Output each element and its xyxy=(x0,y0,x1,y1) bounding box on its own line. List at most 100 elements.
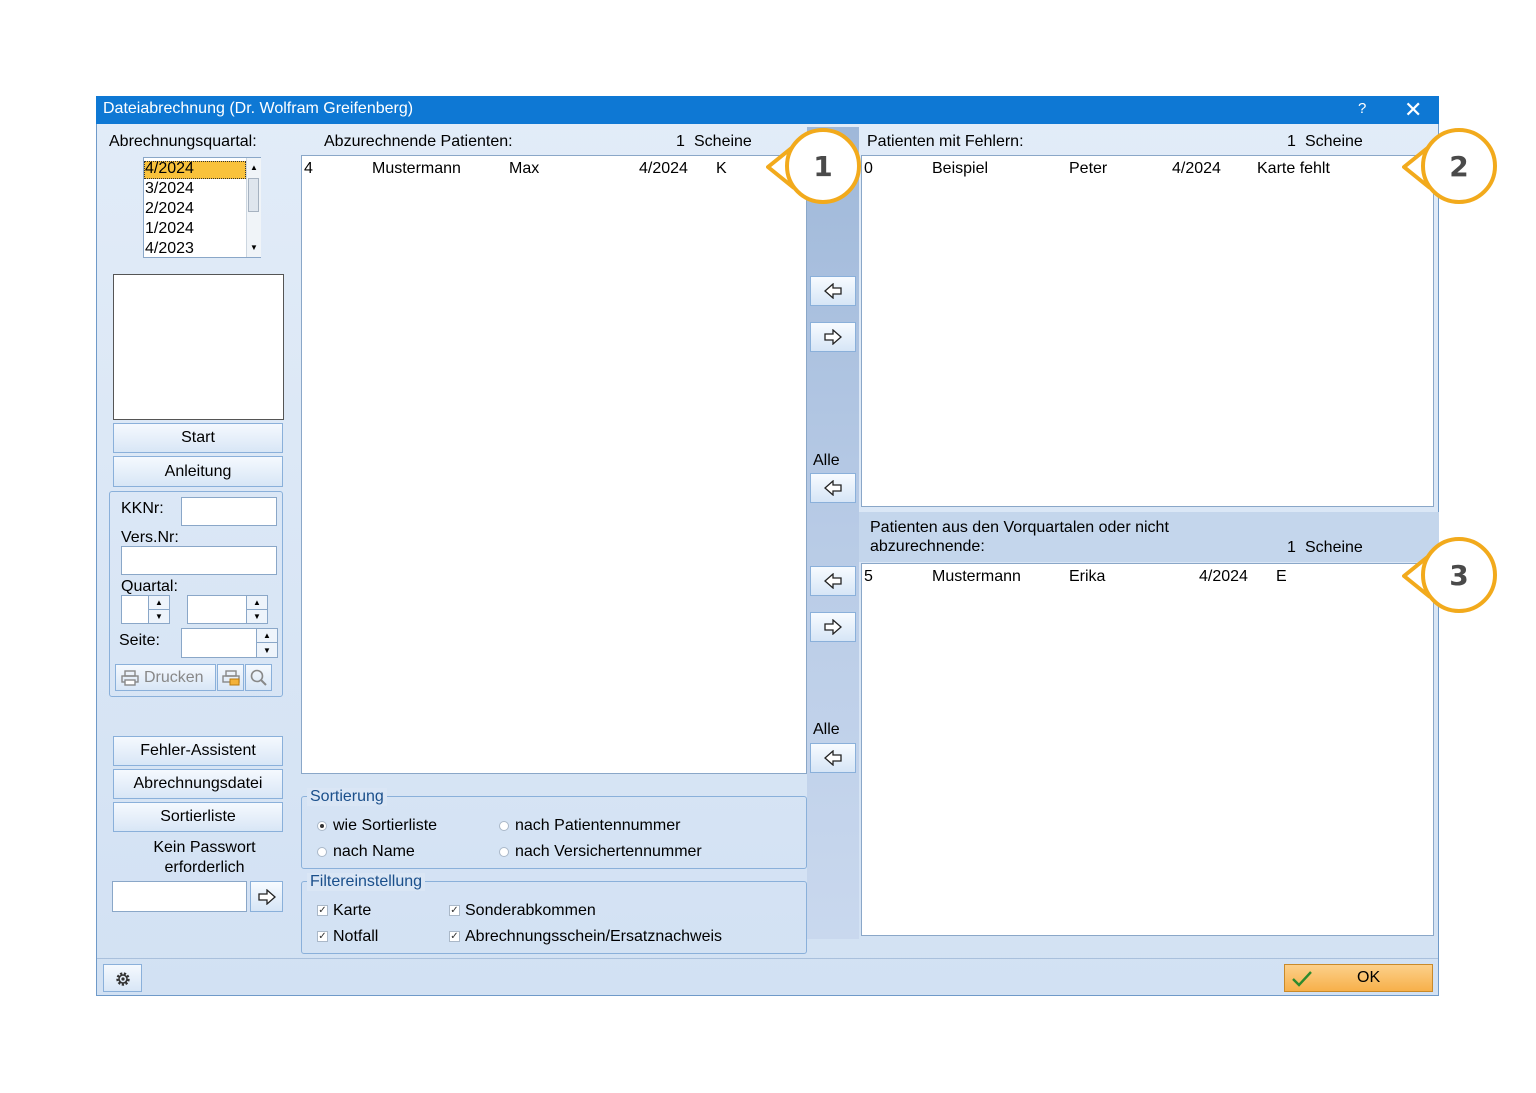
drucken-button[interactable]: Drucken xyxy=(115,664,216,691)
cell-status: E xyxy=(1276,568,1287,585)
checkbox-label[interactable]: Sonderabkommen xyxy=(465,902,596,920)
anleitung-button[interactable]: Anleitung xyxy=(113,456,283,487)
cell-vorname: Erika xyxy=(1069,568,1106,585)
close-button[interactable]: ✕ xyxy=(1404,97,1422,123)
stepper-up-icon[interactable]: ▲ xyxy=(149,596,169,610)
errors-header: Patienten mit Fehlern: xyxy=(867,133,1024,150)
vorquartale-list[interactable]: 5 Mustermann Erika 4/2024 E xyxy=(861,563,1434,936)
year-stepper[interactable]: ▲ ▼ xyxy=(246,595,268,624)
sortierliste-button[interactable]: Sortierliste xyxy=(113,802,283,832)
seite-stepper[interactable]: ▲ ▼ xyxy=(256,628,278,658)
abzurechnende-list[interactable]: 4 Mustermann Max 4/2024 K xyxy=(301,155,807,774)
errors-count: 1 xyxy=(1287,133,1296,150)
errors-list[interactable]: 0 Beispiel Peter 4/2024 Karte fehlt xyxy=(861,155,1434,507)
kknr-input[interactable] xyxy=(181,497,277,526)
list-item[interactable]: 0 Beispiel Peter 4/2024 Karte fehlt xyxy=(862,156,1433,180)
password-submit-button[interactable] xyxy=(250,881,283,912)
quartal-label: Quartal: xyxy=(121,578,178,595)
move-all-left-button[interactable] xyxy=(810,473,856,503)
arrow-right-icon xyxy=(824,619,842,635)
quarter-item[interactable]: 2/2024 xyxy=(145,199,194,219)
window-title: Dateiabrechnung (Dr. Wolfram Greifenberg… xyxy=(103,100,414,117)
printer-settings-icon xyxy=(222,670,240,686)
checkbox-sonderabkommen[interactable]: ✓ xyxy=(449,905,460,916)
radio-label[interactable]: nach Patientennummer xyxy=(515,817,680,835)
checkmark-icon xyxy=(1292,971,1312,987)
list-item[interactable]: 5 Mustermann Erika 4/2024 E xyxy=(862,564,1433,588)
print-setup-button[interactable] xyxy=(217,664,244,691)
footer-divider xyxy=(97,958,1438,959)
drucken-label: Drucken xyxy=(144,669,204,686)
stepper-down-icon[interactable]: ▼ xyxy=(149,610,169,624)
versnr-input[interactable] xyxy=(121,546,277,575)
callout-1: 1 xyxy=(785,128,861,204)
transfer-column xyxy=(807,127,859,939)
checkbox-notfall[interactable]: ✓ xyxy=(317,931,328,942)
seite-input[interactable] xyxy=(181,628,257,658)
radio-label[interactable]: nach Name xyxy=(333,843,415,861)
quarter-item[interactable]: 1/2024 xyxy=(145,219,194,239)
cell-name: Mustermann xyxy=(932,568,1021,585)
password-note: Kein Passwort erforderlich xyxy=(113,838,296,878)
checkbox-karte[interactable]: ✓ xyxy=(317,905,328,916)
move-right-button-2[interactable] xyxy=(810,612,856,642)
scroll-up-icon[interactable]: ▲ xyxy=(250,163,258,172)
settings-button[interactable] xyxy=(103,964,142,992)
cell-status: Karte fehlt xyxy=(1257,160,1330,177)
move-left-button-2[interactable] xyxy=(810,566,856,596)
checkbox-label[interactable]: Karte xyxy=(333,902,371,920)
callout-2: 2 xyxy=(1421,128,1497,204)
radio-nach-name[interactable] xyxy=(317,847,327,857)
cell-nr: 4 xyxy=(304,160,313,177)
help-button[interactable]: ? xyxy=(1358,100,1366,117)
start-button[interactable]: Start xyxy=(113,423,283,453)
abrechnungsdatei-button[interactable]: Abrechnungsdatei xyxy=(113,769,283,799)
arrow-left-icon xyxy=(824,750,842,766)
seite-label: Seite: xyxy=(119,632,160,649)
alle-label: Alle xyxy=(813,721,840,738)
center-count: 1 xyxy=(676,133,685,150)
radio-wie-sortierliste[interactable] xyxy=(317,821,327,831)
fehler-assistent-button[interactable]: Fehler-Assistent xyxy=(113,736,283,766)
quarter-item[interactable]: 3/2024 xyxy=(145,179,194,199)
radio-label[interactable]: wie Sortierliste xyxy=(333,817,437,835)
arrow-right-icon xyxy=(824,329,842,345)
password-note-line: erforderlich xyxy=(164,859,245,876)
callout-3: 3 xyxy=(1421,537,1497,613)
gear-icon xyxy=(116,972,130,986)
scroll-thumb[interactable] xyxy=(248,178,259,212)
move-all-left-button-2[interactable] xyxy=(810,743,856,773)
checkbox-abrechnungsschein[interactable]: ✓ xyxy=(449,931,460,942)
checkbox-label[interactable]: Abrechnungsschein/Ersatznachweis xyxy=(465,928,722,946)
password-input[interactable] xyxy=(112,881,247,912)
scroll-down-icon[interactable]: ▼ xyxy=(250,243,258,252)
cell-status: K xyxy=(716,160,727,177)
printer-icon xyxy=(121,670,139,686)
radio-label[interactable]: nach Versichertennummer xyxy=(515,843,702,861)
stepper-up-icon[interactable]: ▲ xyxy=(257,629,277,643)
stepper-down-icon[interactable]: ▼ xyxy=(257,643,277,657)
stepper-up-icon[interactable]: ▲ xyxy=(247,596,267,610)
radio-nach-versichertennummer[interactable] xyxy=(499,847,509,857)
quartal-input[interactable] xyxy=(121,595,149,624)
quartal-stepper[interactable]: ▲ ▼ xyxy=(148,595,170,624)
ok-button[interactable]: OK xyxy=(1284,964,1433,992)
arrow-left-icon xyxy=(824,480,842,496)
errors-count-unit: Scheine xyxy=(1305,133,1363,150)
quarter-item[interactable]: 4/2024 xyxy=(145,159,194,179)
move-left-button[interactable] xyxy=(810,276,856,306)
quarter-item[interactable]: 4/2023 xyxy=(145,239,194,259)
preview-button[interactable] xyxy=(245,664,272,691)
arrow-left-icon xyxy=(824,573,842,589)
checkbox-label[interactable]: Notfall xyxy=(333,928,378,946)
cell-name: Mustermann xyxy=(372,160,461,177)
center-count-unit: Scheine xyxy=(694,133,752,150)
list-item[interactable]: 4 Mustermann Max 4/2024 K xyxy=(302,156,806,180)
quarter-list[interactable]: 4/2024 3/2024 2/2024 1/2024 4/2023 ▲ ▼ xyxy=(143,157,261,258)
move-right-button[interactable] xyxy=(810,322,856,352)
radio-nach-patientennummer[interactable] xyxy=(499,821,509,831)
sortierung-title: Sortierung xyxy=(307,788,387,806)
quarter-scrollbar[interactable]: ▲ ▼ xyxy=(246,158,261,257)
stepper-down-icon[interactable]: ▼ xyxy=(247,610,267,624)
year-input[interactable] xyxy=(187,595,247,624)
